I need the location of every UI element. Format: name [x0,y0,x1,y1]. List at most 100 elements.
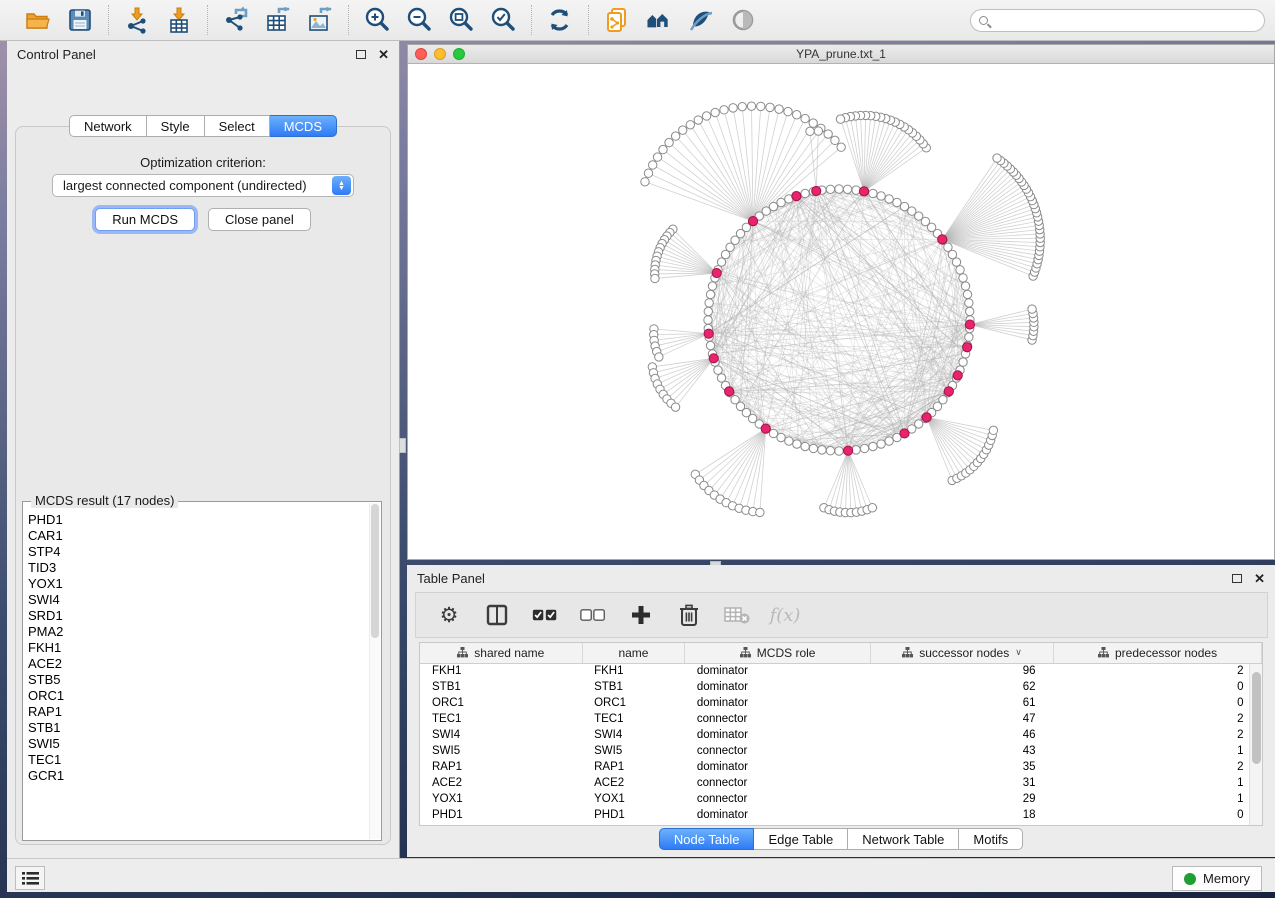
mcds-result-item[interactable]: ORC1 [28,688,381,704]
float-table-panel-icon[interactable] [1232,574,1242,583]
delete-column-icon[interactable] [676,602,702,628]
network-node[interactable] [653,153,661,161]
network-node[interactable] [769,429,777,437]
mcds-hub-node[interactable] [704,329,713,338]
import-table-icon[interactable] [165,6,193,34]
mcds-result-item[interactable]: CAR1 [28,528,381,544]
network-node[interactable] [966,307,974,315]
network-node[interactable] [720,106,728,114]
network-node[interactable] [717,258,725,266]
network-node[interactable] [801,189,809,197]
mcds-hub-node[interactable] [812,186,821,195]
network-node[interactable] [704,307,712,315]
column-header-predecessor-nodes[interactable]: predecessor nodes [1054,643,1262,663]
network-node[interactable] [784,107,792,115]
column-header-name[interactable]: name [582,643,685,663]
mcds-hub-node[interactable] [712,268,721,277]
mcds-result-item[interactable]: ACE2 [28,656,381,672]
network-node[interactable] [641,178,649,186]
mcds-result-item[interactable]: GCR1 [28,768,381,784]
mcds-hub-node[interactable] [748,217,757,226]
mcds-hub-node[interactable] [859,187,868,196]
tab-select[interactable]: Select [205,115,270,137]
mcds-result-item[interactable]: PMA2 [28,624,381,640]
network-node[interactable] [706,341,714,349]
network-node[interactable] [793,111,801,119]
mcds-scrollbar[interactable] [369,503,380,839]
save-session-icon[interactable] [66,6,94,34]
network-node[interactable] [801,442,809,450]
tab-node-table[interactable]: Node Table [659,828,755,850]
column-header-shared-name[interactable]: shared name [420,643,582,663]
network-node[interactable] [877,192,885,200]
zoom-out-icon[interactable] [405,6,433,34]
network-node[interactable] [809,444,817,452]
column-layout-icon[interactable] [484,602,510,628]
network-node[interactable] [965,333,973,341]
network-node[interactable] [893,198,901,206]
network-node[interactable] [843,185,851,193]
import-network-icon[interactable] [123,6,151,34]
mcds-hub-node[interactable] [965,320,974,329]
close-table-panel-icon[interactable]: ✕ [1254,572,1265,585]
mcds-hub-node[interactable] [709,354,718,363]
mcds-result-item[interactable]: STP4 [28,544,381,560]
task-history-icon[interactable] [15,866,45,890]
network-node[interactable] [729,104,737,112]
first-neighbors-icon[interactable] [645,6,673,34]
network-node[interactable] [655,353,663,361]
zoom-in-icon[interactable] [363,6,391,34]
select-all-icon[interactable] [532,602,558,628]
network-node[interactable] [757,102,765,110]
network-node[interactable] [993,154,1001,162]
mcds-result-item[interactable]: PHD1 [28,512,381,528]
mcds-result-item[interactable]: TID3 [28,560,381,576]
tab-edge-table[interactable]: Edge Table [754,828,848,850]
network-node[interactable] [665,138,673,146]
table-row[interactable]: SWI5SWI5connector431 [420,743,1262,759]
mcds-result-item[interactable]: FKH1 [28,640,381,656]
memory-button[interactable]: Memory [1172,866,1262,891]
table-row[interactable]: YOX1YOX1connector291 [420,791,1262,807]
network-node[interactable] [793,440,801,448]
network-node[interactable] [721,250,729,258]
export-image-icon[interactable] [306,6,334,34]
tab-style[interactable]: Style [147,115,205,137]
network-node[interactable] [694,116,702,124]
tab-motifs[interactable]: Motifs [959,828,1023,850]
table-row[interactable]: ACE2ACE2connector311 [420,775,1262,791]
network-node[interactable] [785,437,793,445]
network-node[interactable] [809,119,817,127]
tab-network-table[interactable]: Network Table [848,828,959,850]
mcds-hub-node[interactable] [938,235,947,244]
run-mcds-button[interactable]: Run MCDS [95,208,195,231]
network-node[interactable] [959,274,967,282]
network-node[interactable] [877,440,885,448]
tab-mcds[interactable]: MCDS [270,115,337,137]
network-node[interactable] [831,136,839,144]
export-network-icon[interactable] [222,6,250,34]
mcds-hub-node[interactable] [792,192,801,201]
optimization-criterion-select[interactable]: largest connected component (undirected)… [52,174,354,197]
network-node[interactable] [644,169,652,177]
table-options-icon[interactable]: ⚙ [436,602,462,628]
network-node[interactable] [649,161,657,169]
network-node[interactable] [868,504,876,512]
network-node[interactable] [824,130,832,138]
network-node[interactable] [869,189,877,197]
network-node[interactable] [836,115,844,123]
network-node[interactable] [852,186,860,194]
mcds-hub-node[interactable] [900,429,909,438]
close-panel-button[interactable]: Close panel [208,208,311,231]
column-header-MCDS-role[interactable]: MCDS role [685,643,871,663]
network-node[interactable] [806,127,814,135]
network-node[interactable] [711,108,719,116]
table-row[interactable]: ORC1ORC1dominator610 [420,695,1262,711]
network-node[interactable] [756,508,764,516]
network-node[interactable] [956,266,964,274]
network-node[interactable] [686,121,694,129]
mcds-result-item[interactable]: SWI4 [28,592,381,608]
network-node[interactable] [826,447,834,455]
mcds-result-item[interactable]: TEC1 [28,752,381,768]
deselect-all-icon[interactable] [580,602,606,628]
